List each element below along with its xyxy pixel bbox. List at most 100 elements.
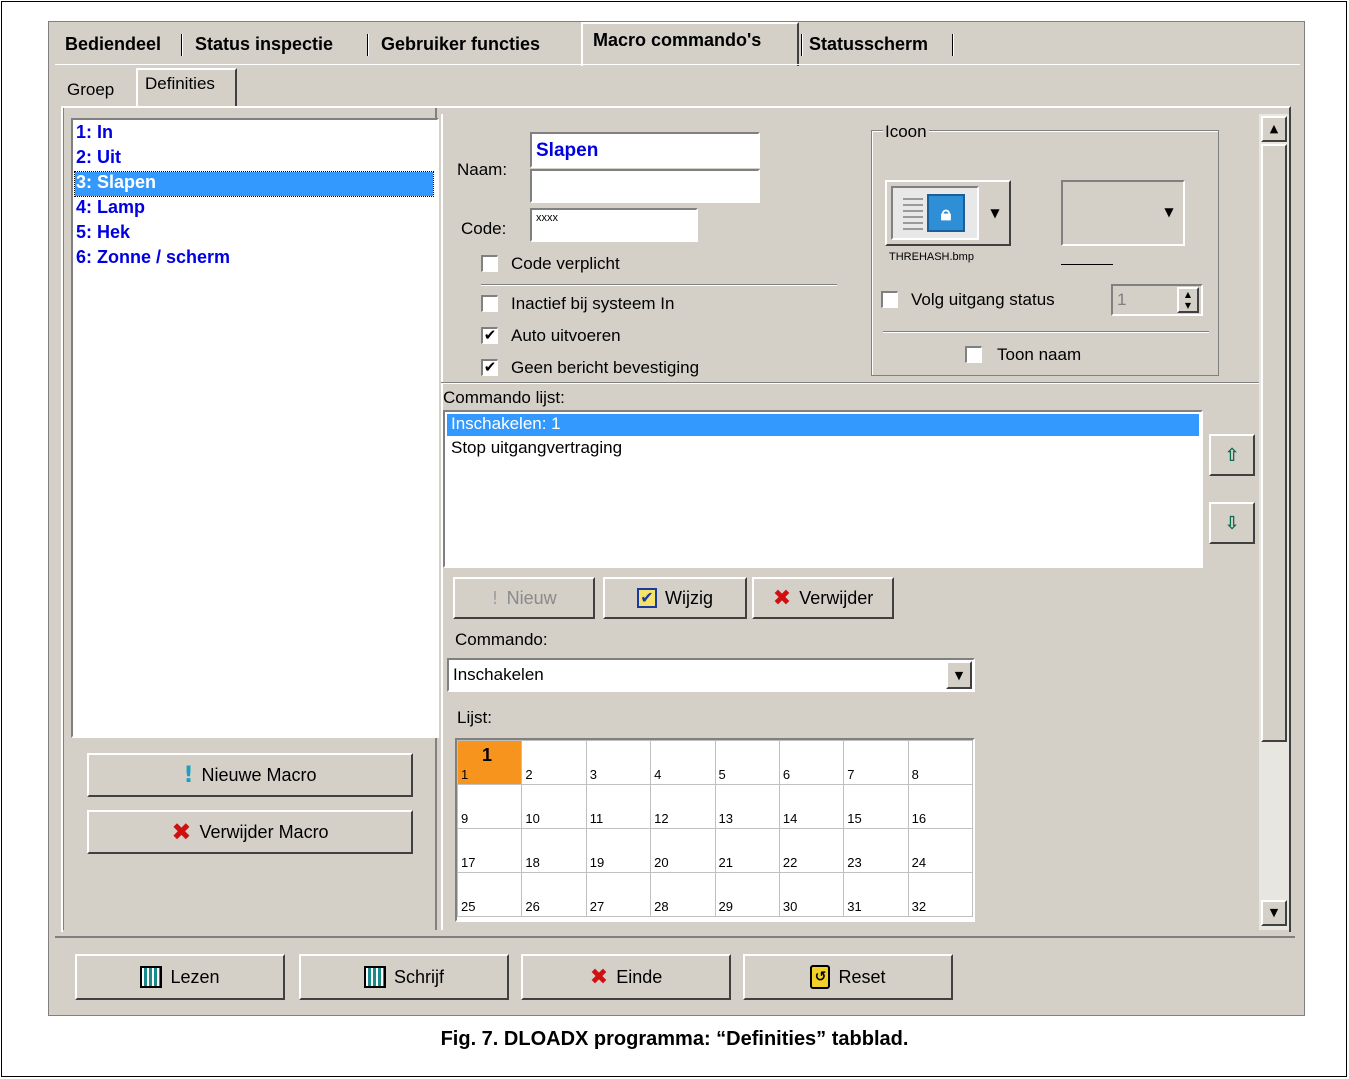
grid-cell[interactable]: 16: [907, 784, 973, 829]
list-item[interactable]: 6: Zonne / scherm: [75, 247, 433, 271]
grid-cell[interactable]: 4: [650, 740, 716, 785]
grid-cell[interactable]: 25: [457, 872, 523, 917]
scroll-up-button[interactable]: ▲: [1261, 116, 1287, 142]
end-button[interactable]: ✖ Einde: [521, 954, 731, 1000]
divider: [481, 284, 837, 286]
list-item-selected[interactable]: 3: Slapen: [74, 171, 434, 197]
grid-cell[interactable]: 30: [778, 872, 845, 917]
main-tab-bar: Bediendeel Status inspectie Gebruiker fu…: [49, 22, 1306, 66]
grid-cell[interactable]: 10: [521, 784, 587, 829]
inactive-checkbox[interactable]: [481, 295, 498, 312]
command-select[interactable]: Inschakelen ▼: [447, 658, 975, 692]
tab-panel-border: [55, 64, 1300, 66]
grid-cell[interactable]: 13: [714, 784, 780, 829]
delete-macro-label: Verwijder Macro: [199, 821, 329, 842]
grid-cell[interactable]: 31: [843, 872, 909, 917]
subtab-definities[interactable]: Definities: [145, 74, 215, 94]
list-item[interactable]: 1: In: [75, 122, 433, 146]
grid-cell[interactable]: 9: [457, 784, 523, 829]
tab-statusscherm[interactable]: Statusscherm: [803, 26, 934, 60]
tab-gebruiker-functies[interactable]: Gebruiker functies: [375, 26, 546, 60]
arrow-up-icon: ⇧: [1224, 444, 1240, 466]
list-item[interactable]: 4: Lamp: [75, 197, 433, 221]
move-up-button[interactable]: ⇧: [1209, 434, 1255, 476]
red-x-icon: ✖: [772, 585, 792, 611]
grid-cell[interactable]: 5: [714, 740, 780, 785]
grid-cell[interactable]: 24: [907, 828, 973, 873]
scroll-thumb[interactable]: [1261, 144, 1287, 742]
grid-cell[interactable]: 19: [585, 828, 652, 873]
tab-separator: [952, 34, 954, 56]
read-button[interactable]: Lezen: [75, 954, 285, 1000]
delete-command-button[interactable]: ✖ Verwijder: [752, 577, 894, 619]
show-name-label: Toon naam: [997, 345, 1082, 364]
grid-cell[interactable]: 11: [585, 784, 652, 829]
list-item[interactable]: 2: Uit: [75, 147, 433, 171]
grid-cell[interactable]: 26: [521, 872, 587, 917]
code-required-checkbox[interactable]: [481, 255, 498, 272]
tab-bediendeel[interactable]: Bediendeel: [59, 26, 167, 60]
figure-caption: Fig. 7. DLOADX programma: “Definities” t…: [440, 1028, 909, 1050]
tab-macro-commandos[interactable]: Macro commando's: [587, 22, 767, 56]
grid-cell[interactable]: 21: [714, 828, 780, 873]
list-label: Lijst:: [457, 708, 492, 727]
end-label: Einde: [616, 966, 663, 987]
grid-cell[interactable]: 7: [843, 740, 909, 785]
grid-cell[interactable]: 12: [650, 784, 716, 829]
output-grid[interactable]: 1 1 2 3 4 5 6 7 8 9 10 11 12 13 14 15 16 17 18 19 20 21 22 23 24…: [455, 738, 975, 922]
command-label: Commando:: [455, 630, 548, 649]
grid-cell[interactable]: 3: [585, 740, 652, 785]
list-item[interactable]: Stop uitgangvertraging: [447, 438, 622, 458]
icon-group-title: Icoon: [883, 122, 929, 142]
scroll-down-button[interactable]: ▼: [1261, 900, 1287, 926]
list-item[interactable]: 5: Hek: [75, 222, 433, 246]
tab-status-inspectie[interactable]: Status inspectie: [189, 26, 339, 60]
write-button[interactable]: Schrijf: [299, 954, 509, 1000]
calculator-icon: [140, 966, 163, 988]
grid-cell[interactable]: 8: [907, 740, 973, 785]
new-command-button[interactable]: ! Nieuw: [453, 577, 595, 619]
grid-cell[interactable]: 29: [714, 872, 780, 917]
spinner-arrows[interactable]: ▲ ▼: [1177, 287, 1199, 313]
chevron-down-icon[interactable]: ▼: [1157, 182, 1181, 242]
subtab-groep[interactable]: Groep: [63, 76, 118, 104]
grid-cell[interactable]: 14: [778, 784, 845, 829]
grid-cell[interactable]: 18: [521, 828, 587, 873]
grid-cell[interactable]: 2: [521, 740, 587, 785]
command-list[interactable]: Inschakelen: 1 Stop uitgangvertraging: [443, 410, 1203, 568]
reset-button[interactable]: ↺ Reset: [743, 954, 953, 1000]
delete-command-label: Verwijder: [799, 587, 874, 608]
delete-macro-button[interactable]: ✖ Verwijder Macro: [87, 810, 413, 854]
name-field[interactable]: Slapen: [530, 132, 760, 168]
grid-cell[interactable]: 17: [457, 828, 523, 873]
grid-row: 112345678: [457, 740, 973, 785]
icon-picker-2[interactable]: ▼: [1061, 180, 1185, 246]
code-label: Code:: [461, 219, 507, 238]
grid-cell[interactable]: 23: [843, 828, 909, 873]
auto-exec-checkbox[interactable]: ✔: [481, 327, 498, 344]
edit-command-button[interactable]: ✔ Wijzig: [603, 577, 747, 619]
arrow-down-icon: ⇩: [1224, 512, 1240, 534]
move-down-button[interactable]: ⇩: [1209, 502, 1255, 544]
icon-picker-1[interactable]: 🔒︎ ▼: [885, 180, 1011, 246]
grid-cell[interactable]: 32: [907, 872, 973, 917]
show-name-checkbox[interactable]: [965, 346, 982, 363]
macro-list[interactable]: 1: In 2: Uit 3: Slapen 4: Lamp 5: Hek 6:…: [71, 118, 439, 738]
grid-cell[interactable]: 6: [778, 740, 845, 785]
grid-cell[interactable]: 22: [778, 828, 845, 873]
grid-cell[interactable]: 20: [650, 828, 716, 873]
vertical-scrollbar[interactable]: ▲ ▼: [1259, 114, 1289, 930]
grid-cell[interactable]: 27: [585, 872, 652, 917]
chevron-down-icon[interactable]: ▼: [946, 661, 972, 689]
grid-cell-selected[interactable]: 11: [457, 740, 523, 785]
chevron-down-icon[interactable]: ▼: [983, 186, 1007, 240]
grid-cell[interactable]: 15: [843, 784, 909, 829]
code-field[interactable]: xxxx: [530, 208, 698, 242]
follow-output-spinner[interactable]: 1 ▲ ▼: [1111, 284, 1203, 316]
new-macro-button[interactable]: ! Nieuwe Macro: [87, 753, 413, 797]
list-item-selected[interactable]: Inschakelen: 1: [447, 414, 1199, 436]
follow-output-checkbox[interactable]: [881, 291, 898, 308]
name-field-2[interactable]: [530, 169, 760, 203]
no-confirm-checkbox[interactable]: ✔: [481, 359, 498, 376]
grid-cell[interactable]: 28: [650, 872, 716, 917]
